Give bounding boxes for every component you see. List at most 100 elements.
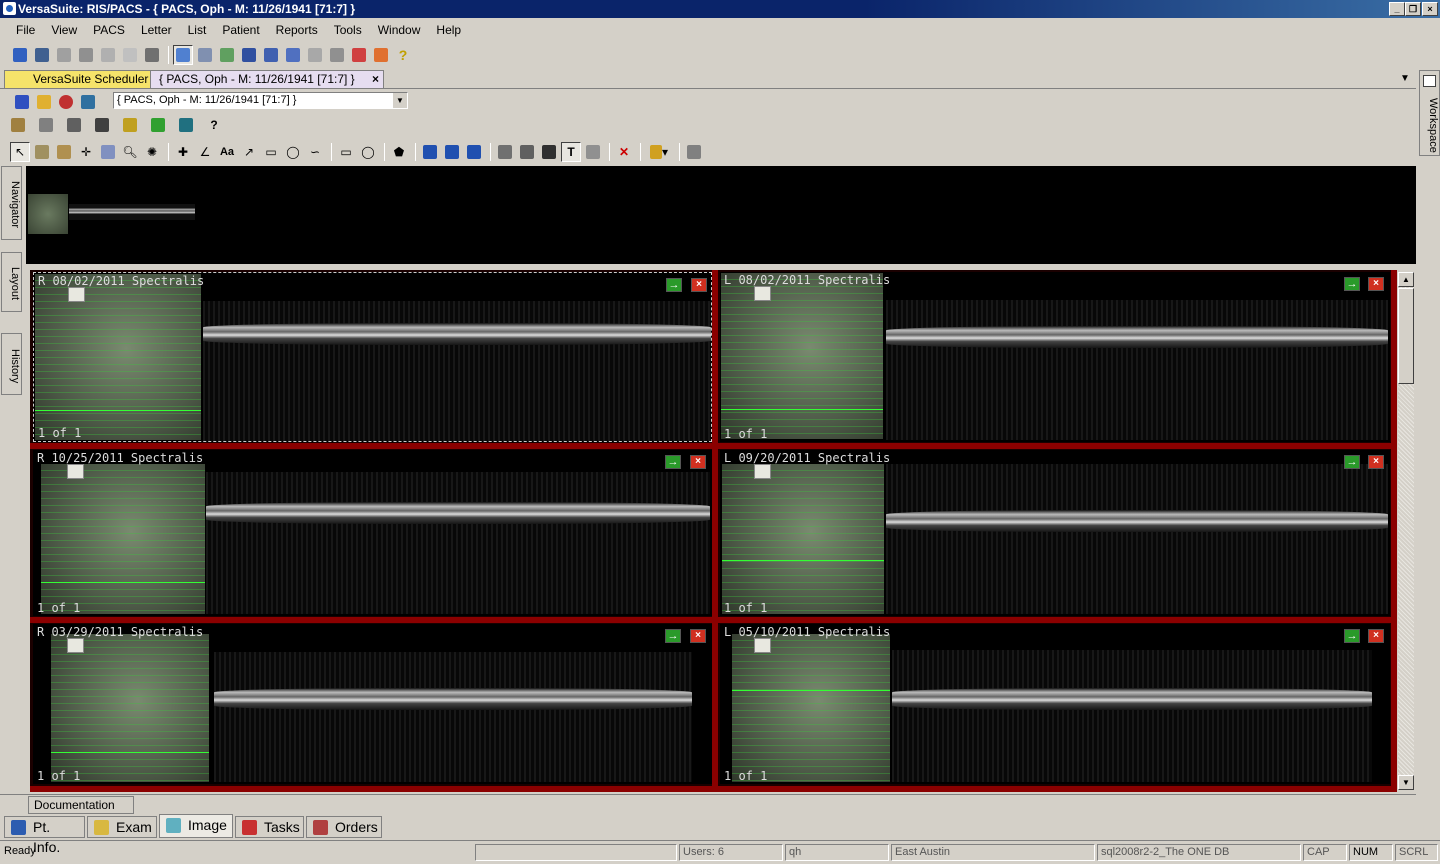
text-annotation-icon[interactable]: Aa xyxy=(217,142,237,162)
arrow-right-icon[interactable]: → xyxy=(665,455,681,469)
documentation-tab[interactable]: Documentation xyxy=(28,796,134,814)
menu-file[interactable]: File xyxy=(16,23,35,37)
layout-side-tab[interactable]: Layout xyxy=(1,252,22,312)
copy-icon[interactable] xyxy=(98,142,118,162)
info-icon[interactable]: ? xyxy=(204,115,224,135)
close-icon[interactable]: × xyxy=(690,455,706,469)
menu-view[interactable]: View xyxy=(51,23,77,37)
minimize-button[interactable]: _ xyxy=(1389,2,1405,16)
help-icon[interactable]: ? xyxy=(393,45,413,65)
document-icon[interactable] xyxy=(98,45,118,65)
pills-icon[interactable] xyxy=(56,92,76,112)
calendar-icon[interactable] xyxy=(217,45,237,65)
report-icon[interactable] xyxy=(68,287,85,302)
history-side-tab[interactable]: History xyxy=(1,333,22,395)
tab-scheduler[interactable]: VersaSuite Scheduler xyxy=(4,70,158,88)
vertical-scrollbar[interactable]: ▲ ▼ xyxy=(1398,272,1414,790)
new-patient-icon[interactable] xyxy=(32,45,52,65)
user-check-icon[interactable] xyxy=(261,45,281,65)
upload-icon[interactable] xyxy=(148,115,168,135)
rect-roi-icon[interactable]: ▭ xyxy=(336,142,356,162)
xray-icon[interactable] xyxy=(195,45,215,65)
reset-icon[interactable] xyxy=(517,142,537,162)
orders-icon[interactable] xyxy=(371,45,391,65)
close-icon[interactable]: × xyxy=(1368,455,1384,469)
tab-patient[interactable]: { PACS, Oph - M: 11/26/1941 [71:7] } × xyxy=(150,70,384,88)
report-icon[interactable] xyxy=(754,286,771,301)
list-icon[interactable] xyxy=(305,45,325,65)
brightness-icon[interactable]: ✺ xyxy=(142,142,162,162)
schedule-icon[interactable] xyxy=(34,92,54,112)
menu-pacs[interactable]: PACS xyxy=(93,23,125,37)
restore-button[interactable]: ❐ xyxy=(1405,2,1421,16)
ruler-icon[interactable]: ✚ xyxy=(173,142,193,162)
close-window-button[interactable]: × xyxy=(1422,2,1438,16)
pacs-icon[interactable] xyxy=(173,45,193,65)
arrow-right-icon[interactable]: → xyxy=(665,629,681,643)
image-pane[interactable]: L 09/20/2011 Spectralis 1 of 1 → × xyxy=(720,450,1390,616)
stack-icon[interactable] xyxy=(54,142,74,162)
lock-icon[interactable] xyxy=(142,45,162,65)
invert-icon[interactable] xyxy=(539,142,559,162)
arrow-right-icon[interactable]: → xyxy=(1344,629,1360,643)
download-icon[interactable] xyxy=(120,115,140,135)
folder-dropdown-icon[interactable]: ▾ xyxy=(645,142,673,162)
ellipse-roi-icon[interactable]: ◯ xyxy=(358,142,378,162)
tab-exam[interactable]: Exam xyxy=(87,816,157,838)
report-icon[interactable] xyxy=(754,638,771,653)
menu-help[interactable]: Help xyxy=(436,23,461,37)
refresh-patient-icon[interactable] xyxy=(78,92,98,112)
tab-orders[interactable]: Orders xyxy=(306,816,382,838)
close-tab-icon[interactable]: × xyxy=(372,71,379,88)
text-overlay-icon[interactable]: T xyxy=(561,142,581,162)
image-pane[interactable]: R 03/29/2011 Spectralis 1 of 1 → × xyxy=(33,624,712,784)
keyboard-icon[interactable] xyxy=(120,45,140,65)
layout-2-icon[interactable] xyxy=(442,142,462,162)
menu-window[interactable]: Window xyxy=(378,23,421,37)
polygon-icon[interactable]: ⬟ xyxy=(389,142,409,162)
user-group-icon[interactable] xyxy=(239,45,259,65)
close-icon[interactable]: × xyxy=(1368,277,1384,291)
monitor-icon[interactable] xyxy=(176,115,196,135)
pan-icon[interactable]: ✛ xyxy=(76,142,96,162)
arrow-right-icon[interactable]: → xyxy=(666,278,682,292)
form-icon[interactable] xyxy=(76,45,96,65)
rectangle-icon[interactable]: ▭ xyxy=(261,142,281,162)
arrow-right-icon[interactable]: → xyxy=(1344,455,1360,469)
report-icon[interactable] xyxy=(67,464,84,479)
patient-search-icon[interactable] xyxy=(10,45,30,65)
report-icon[interactable] xyxy=(67,638,84,653)
close-icon[interactable]: × xyxy=(690,629,706,643)
image-pane[interactable]: L 08/02/2011 Spectralis 1 of 1 → × xyxy=(720,272,1390,442)
close-icon[interactable]: × xyxy=(1368,629,1384,643)
patient-icon[interactable] xyxy=(12,92,32,112)
grid-icon[interactable] xyxy=(54,45,74,65)
menu-patient[interactable]: Patient xyxy=(222,23,259,37)
patient-select[interactable]: { PACS, Oph - M: 11/26/1941 [71:7] } ▼ xyxy=(113,92,408,109)
freehand-icon[interactable]: ∽ xyxy=(305,142,325,162)
tools-icon[interactable] xyxy=(64,115,84,135)
menu-letter[interactable]: Letter xyxy=(141,23,172,37)
arrow-right-icon[interactable]: → xyxy=(1344,277,1360,291)
zoom-icon[interactable]: 🔍︎ xyxy=(120,142,140,162)
tab-image[interactable]: Image xyxy=(159,814,233,838)
image-pane[interactable]: L 05/10/2011 Spectralis 1 of 1 → × xyxy=(720,624,1390,784)
print-icon[interactable] xyxy=(92,115,112,135)
menu-reports[interactable]: Reports xyxy=(276,23,318,37)
menu-tools[interactable]: Tools xyxy=(334,23,362,37)
navigator-side-tab[interactable]: Navigator xyxy=(1,166,22,240)
tab-tasks[interactable]: Tasks xyxy=(235,816,304,838)
tasks-icon[interactable] xyxy=(349,45,369,65)
edit-icon[interactable] xyxy=(8,115,28,135)
thumbnail-oct[interactable] xyxy=(69,204,195,220)
delete-annotation-icon[interactable]: ✕ xyxy=(614,142,634,162)
angle-icon[interactable]: ∠ xyxy=(195,142,215,162)
scroll-up-icon[interactable]: ▲ xyxy=(1398,272,1414,287)
scroll-down-icon[interactable]: ▼ xyxy=(1398,775,1414,790)
hand-tool-icon[interactable] xyxy=(684,142,704,162)
ellipse-icon[interactable]: ◯ xyxy=(283,142,303,162)
chevron-down-icon[interactable]: ▼ xyxy=(393,93,407,108)
sync-icon[interactable] xyxy=(583,142,603,162)
save-icon[interactable] xyxy=(36,115,56,135)
export-icon[interactable] xyxy=(327,45,347,65)
